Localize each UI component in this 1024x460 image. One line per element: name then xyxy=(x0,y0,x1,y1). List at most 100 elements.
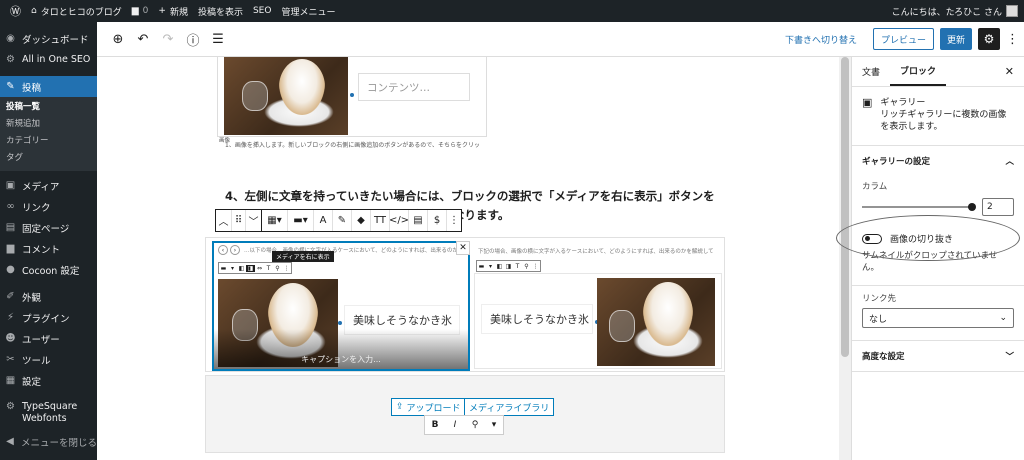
text-size-button[interactable]: TT xyxy=(371,210,390,231)
close-sidebar-button[interactable]: ✕ xyxy=(1005,57,1014,86)
italic-button[interactable]: I xyxy=(445,420,465,430)
mini-media-left-icon[interactable]: ◧ xyxy=(495,263,504,270)
mini-dropdown-icon[interactable]: ▾ xyxy=(486,263,495,270)
mini-media-right-icon[interactable]: ◨ xyxy=(504,263,513,270)
menu-plugins[interactable]: ⚡ プラグイン xyxy=(0,307,97,328)
seo-link[interactable]: SEO xyxy=(253,6,271,16)
mini-link-icon[interactable]: ⚲ xyxy=(273,265,282,272)
tab-block[interactable]: ブロック xyxy=(890,57,947,86)
gallery-item-left[interactable]: …以下の場合、画像の横に文字が入るケースにおいて、どのようにすれば、出来るのかを… xyxy=(212,241,470,371)
menu-media[interactable]: ▣ メディア xyxy=(0,175,97,196)
media-library-button[interactable]: メディアライブラリ xyxy=(464,398,555,416)
link-button[interactable]: ⚲ xyxy=(465,420,485,430)
admin-menu-link[interactable]: 管理メニュー xyxy=(281,5,335,18)
mini-more-icon[interactable]: ⋮ xyxy=(282,265,291,272)
columns-slider[interactable] xyxy=(862,203,976,211)
comments-link[interactable]: ▆ 0 xyxy=(132,6,149,16)
font-button[interactable]: A xyxy=(314,210,333,231)
drag-handle[interactable]: ⠿ xyxy=(232,210,246,231)
gallery-block-button[interactable]: ▦▾ xyxy=(262,210,288,231)
move-down-button[interactable]: ﹀ xyxy=(246,210,262,231)
marker-button[interactable]: ✎ xyxy=(333,210,352,231)
menu-posts[interactable]: ✎ 投稿 xyxy=(0,76,97,97)
bold-button[interactable]: B xyxy=(425,420,445,430)
new-content-link[interactable]: + 新規 xyxy=(158,5,188,18)
editor-scrollbar[interactable] xyxy=(839,57,851,460)
more-options-button[interactable]: ⋮ xyxy=(1006,32,1019,47)
next-image-button[interactable]: › xyxy=(230,245,240,255)
gallery-settings-header[interactable]: ギャラリーの設定 ︿ xyxy=(852,146,1024,176)
info-button[interactable]: ⓘ xyxy=(182,28,204,50)
mini-media-right-icon[interactable]: ◨ xyxy=(246,264,255,272)
redo-button[interactable]: ↷ xyxy=(157,28,179,50)
link-to-select[interactable]: なし ⌄ xyxy=(862,308,1014,328)
advanced-header[interactable]: 高度な設定 ﹀ xyxy=(852,341,1024,371)
right-image[interactable] xyxy=(597,278,715,366)
switch-to-draft-button[interactable]: 下書きへ切り替え xyxy=(785,33,857,46)
submenu-all-posts[interactable]: 投稿一覧 xyxy=(0,99,97,116)
upload-button[interactable]: ⇪ アップロード xyxy=(391,398,466,416)
prev-image-button[interactable]: ‹ xyxy=(218,245,228,255)
update-button[interactable]: 更新 xyxy=(939,28,972,50)
menu-users[interactable]: ☻ ユーザー xyxy=(0,328,97,349)
more-format-button[interactable]: ▾ xyxy=(485,420,503,430)
submenu-add-new[interactable]: 新規追加 xyxy=(0,116,97,133)
submenu-tags[interactable]: タグ xyxy=(0,150,97,167)
mini-text-icon[interactable]: T xyxy=(513,263,522,270)
menu-appearance[interactable]: ✐ 外観 xyxy=(0,286,97,307)
doc-button[interactable]: ▤ xyxy=(409,210,428,231)
view-post-link[interactable]: 投稿を表示 xyxy=(198,5,243,18)
mini-align-icon[interactable]: ▬ xyxy=(477,263,486,270)
columns-input[interactable]: 2 xyxy=(982,198,1014,216)
tab-document[interactable]: 文書 xyxy=(852,57,890,86)
top-content-placeholder[interactable]: コンテンツ… xyxy=(358,73,470,101)
mini-link-icon[interactable]: ⚲ xyxy=(522,263,531,270)
tag-button[interactable]: ◆ xyxy=(352,210,371,231)
menu-typesquare[interactable]: ⚙ TypeSquare Webfonts xyxy=(0,401,97,427)
outline-button[interactable]: ☰ xyxy=(207,28,229,50)
menu-settings[interactable]: ▦ 設定 xyxy=(0,370,97,391)
shortcode-button[interactable]: $ xyxy=(428,210,447,231)
caption-overlay[interactable]: キャプションを入力... xyxy=(214,329,468,369)
move-up-button[interactable]: ︿ xyxy=(216,210,232,231)
undo-button[interactable]: ↶ xyxy=(132,28,154,50)
code-button[interactable]: </> xyxy=(389,210,409,231)
mini-media-left-icon[interactable]: ◧ xyxy=(237,265,246,272)
menu-collapse[interactable]: ◀ メニューを閉じる xyxy=(0,431,97,452)
menu-dashboard[interactable]: ◉ ダッシュボード xyxy=(0,28,97,49)
menu-cocoon-settings[interactable]: ● Cocoon 設定 xyxy=(0,259,97,280)
remove-image-button[interactable]: ✕ xyxy=(456,241,470,255)
wordpress-logo[interactable]: Ⓦ xyxy=(10,3,21,19)
gallery-block[interactable]: …以下の場合、画像の横に文字が入るケースにおいて、どのようにすれば、出来るのかを… xyxy=(205,237,725,372)
settings-button[interactable]: ⚙ xyxy=(978,28,1000,50)
mini-size-icon[interactable]: ⇔ xyxy=(255,265,264,272)
add-block-button[interactable]: ⊕ xyxy=(107,28,129,50)
menu-all-in-one-seo[interactable]: ⚙ All in One SEO xyxy=(0,49,97,70)
caption-input[interactable]: キャプションを入力... xyxy=(214,354,468,365)
site-name-link[interactable]: ⌂ タロとヒコのブログ xyxy=(31,5,122,18)
my-account[interactable]: こんにちは、たろひこ さん xyxy=(892,5,1018,18)
submenu-categories[interactable]: カテゴリー xyxy=(0,133,97,150)
mini-more-icon[interactable]: ⋮ xyxy=(531,263,540,270)
align-button[interactable]: ▬▾ xyxy=(288,210,314,231)
appearance-icon: ✐ xyxy=(6,291,15,302)
menu-comments[interactable]: ▆ コメント xyxy=(0,238,97,259)
columns-slider-knob[interactable] xyxy=(968,203,976,211)
right-item-text[interactable]: 美味しそうなかき氷 xyxy=(481,304,593,334)
top-media-text-block[interactable]: コンテンツ… xyxy=(217,57,487,137)
drag-icon: ⠿ xyxy=(234,215,243,226)
block-more-button[interactable]: ⋮ xyxy=(447,210,461,231)
menu-links[interactable]: ∞ リンク xyxy=(0,196,97,217)
scrollbar-thumb[interactable] xyxy=(841,57,849,357)
gallery-item-right[interactable]: 下記の場合、画像の横に文字が入るケースにおいて、どのようにすれば、出来るのかを解… xyxy=(474,241,722,371)
divider xyxy=(852,285,1024,286)
mini-text-icon[interactable]: T xyxy=(264,265,273,272)
menu-pages[interactable]: ▤ 固定ページ xyxy=(0,217,97,238)
resize-handle[interactable] xyxy=(350,93,354,97)
resize-handle-left[interactable] xyxy=(338,321,342,325)
mini-dropdown-icon[interactable]: ▾ xyxy=(228,265,237,272)
mini-align-icon[interactable]: ▬ xyxy=(219,265,228,272)
menu-tools[interactable]: ✂ ツール xyxy=(0,349,97,370)
preview-button[interactable]: プレビュー xyxy=(872,28,934,50)
top-image[interactable] xyxy=(224,57,348,135)
